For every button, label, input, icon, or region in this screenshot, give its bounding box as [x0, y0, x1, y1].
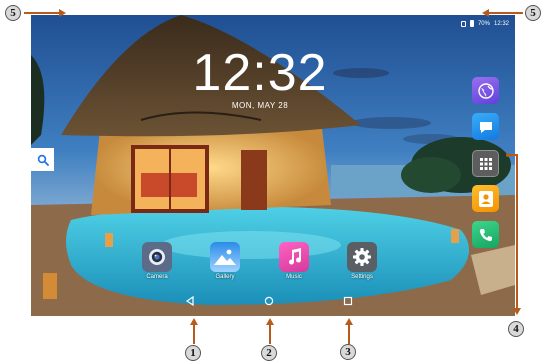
camera-app[interactable]: Camera: [134, 242, 180, 280]
contacts-app[interactable]: [472, 185, 499, 212]
callout-2: 2: [261, 345, 277, 361]
clock-widget-date: MON, MAY 28: [231, 101, 289, 110]
messages-app[interactable]: [472, 113, 499, 140]
arrow-4-vertical-line: [516, 154, 518, 308]
tablet-screen: 70% 12:32 12:32 MON, MAY 28 Camera Galle…: [31, 15, 515, 316]
gallery-label: Gallery: [215, 274, 235, 280]
arrow-3-line: [348, 324, 350, 344]
phone-handset-icon: [479, 228, 492, 241]
callout-1: 1: [185, 345, 201, 361]
gallery-app[interactable]: Gallery: [202, 242, 248, 280]
recent-apps-button[interactable]: [341, 294, 355, 308]
home-button[interactable]: [262, 294, 276, 308]
music-app[interactable]: Music: [271, 242, 317, 280]
app-grid-icon: [479, 157, 492, 170]
settings-label: Settings: [351, 274, 373, 280]
battery-percent: 70%: [477, 20, 490, 27]
status-bar: 70% 12:32: [460, 20, 509, 27]
arrow-5-right-head: [482, 9, 489, 17]
back-button[interactable]: [183, 294, 197, 308]
phone-app[interactable]: [472, 221, 499, 248]
globe-icon: [477, 82, 494, 99]
back-triangle-icon: [185, 296, 194, 306]
contact-person-icon: [478, 190, 493, 207]
arrow-5-right-line: [488, 12, 523, 14]
gear-icon: [347, 242, 377, 272]
sim-card-icon: [460, 20, 466, 27]
camera-label: Camera: [146, 274, 168, 280]
clock-widget-time[interactable]: 12:32: [191, 45, 329, 101]
music-note-icon: [279, 242, 309, 272]
status-time: 12:32: [493, 20, 509, 27]
arrow-2-line: [269, 324, 271, 344]
app-drawer-button[interactable]: [472, 150, 499, 177]
callout-3: 3: [340, 344, 356, 360]
callout-5-left: 5: [5, 5, 21, 21]
arrow-5-left-line: [24, 12, 60, 14]
search-icon: [37, 154, 49, 166]
recent-square-icon: [343, 296, 353, 306]
arrow-4-head: [513, 308, 521, 315]
browser-app[interactable]: [472, 77, 499, 104]
arrow-1-line: [193, 324, 195, 344]
camera-icon: [142, 242, 172, 272]
settings-app[interactable]: Settings: [339, 242, 385, 280]
home-circle-icon: [264, 296, 274, 306]
battery-icon: [469, 20, 474, 27]
google-search-widget[interactable]: [31, 148, 54, 171]
callout-5-right: 5: [525, 5, 541, 21]
music-label: Music: [286, 274, 302, 280]
gallery-icon: [210, 242, 240, 272]
callout-4: 4: [508, 321, 524, 337]
arrow-5-left-head: [59, 9, 66, 17]
message-bubble-icon: [479, 121, 492, 133]
